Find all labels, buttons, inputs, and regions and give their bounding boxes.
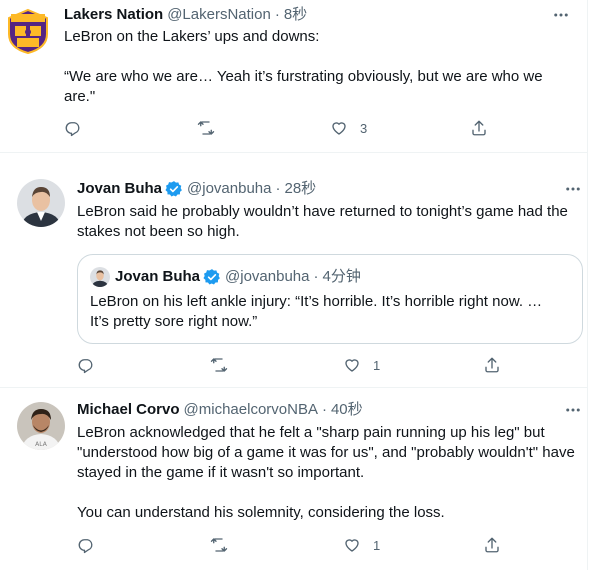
share-icon: [485, 537, 499, 553]
quoted-author-handle: @jovanbuha: [225, 268, 310, 285]
tweet-actions: 1: [77, 536, 547, 556]
like-count: 1: [373, 537, 381, 553]
separator-dot: ·: [274, 6, 280, 23]
separator-dot: ·: [313, 268, 319, 285]
share-icon: [472, 120, 486, 136]
retweet-icon: [197, 121, 215, 135]
tweet-jovan-buha[interactable]: Jovan Buha @jovanbuha · 28秒 LeBron said …: [0, 165, 587, 385]
tweet-header: Michael Corvo @michaelcorvoNBA · 40秒: [77, 400, 363, 420]
like-icon: [345, 539, 359, 552]
retweet-button[interactable]: [210, 356, 228, 374]
share-icon: [485, 357, 499, 373]
retweet-button[interactable]: [210, 536, 228, 554]
avatar[interactable]: [17, 179, 65, 227]
like-count: 3: [360, 120, 368, 136]
like-button[interactable]: 1: [343, 536, 380, 554]
author-name[interactable]: Lakers Nation: [64, 5, 163, 25]
retweet-icon: [210, 538, 228, 552]
quoted-header: Jovan Buha @jovanbuha · 4分钟: [115, 267, 361, 287]
tweet-divider: [0, 152, 587, 153]
reply-icon: [78, 359, 93, 374]
author-name[interactable]: Michael Corvo: [77, 400, 180, 420]
separator-dot: ·: [321, 401, 327, 418]
avatar-photo: [17, 179, 65, 227]
tweet-text: LeBron acknowledged that he felt a "shar…: [77, 424, 575, 521]
tweet-actions: 1: [77, 356, 547, 376]
tweet-michael-corvo[interactable]: ALA Michael Corvo @michaelcorvoNBA · 40秒…: [0, 388, 587, 570]
lakers-nation-logo: [8, 8, 48, 55]
retweet-button[interactable]: [197, 119, 215, 137]
author-handle[interactable]: @jovanbuha: [187, 179, 271, 199]
tweet-header: Lakers Nation @LakersNation · 8秒: [64, 5, 307, 25]
more-icon[interactable]: [563, 400, 583, 420]
avatar[interactable]: ALA: [17, 402, 65, 450]
avatar-photo: ALA: [17, 402, 65, 450]
like-icon: [345, 359, 359, 372]
more-icon[interactable]: [551, 5, 571, 25]
reply-icon: [65, 122, 80, 137]
timestamp[interactable]: 28秒: [285, 179, 317, 199]
author-handle[interactable]: @LakersNation: [167, 5, 271, 25]
tweet-actions: 3: [64, 119, 534, 139]
separator-dot: ·: [275, 180, 281, 197]
timestamp[interactable]: 40秒: [331, 400, 363, 420]
quoted-author-name: Jovan Buha: [115, 268, 201, 285]
avatar[interactable]: [5, 8, 51, 55]
verified-badge-icon: [203, 268, 221, 286]
timeline-border: [587, 0, 588, 570]
quoted-avatar: [90, 267, 110, 287]
tweet-text: LeBron said he probably wouldn’t have re…: [77, 203, 573, 240]
reply-button[interactable]: [64, 119, 82, 137]
author-name[interactable]: Jovan Buha: [77, 179, 162, 199]
like-button[interactable]: 3: [330, 119, 367, 137]
quoted-tweet[interactable]: Jovan Buha @jovanbuha · 4分钟 LeBron on hi…: [77, 254, 583, 344]
share-button[interactable]: [483, 536, 501, 554]
quoted-timestamp: 4分钟: [322, 268, 361, 285]
tweet-lakers-nation[interactable]: Lakers Nation @LakersNation · 8秒 LeBron …: [0, 0, 587, 152]
reply-button[interactable]: [77, 356, 95, 374]
like-icon: [332, 122, 346, 135]
retweet-icon: [210, 358, 228, 372]
share-button[interactable]: [483, 356, 501, 374]
quoted-text: LeBron on his left ankle injury: “It’s h…: [90, 293, 547, 330]
like-button[interactable]: 1: [343, 356, 380, 374]
author-handle[interactable]: @michaelcorvoNBA: [184, 400, 318, 420]
reply-button[interactable]: [77, 536, 95, 554]
svg-text:ALA: ALA: [35, 441, 48, 448]
tweet-text: LeBron on the Lakers’ ups and downs: “We…: [64, 28, 543, 105]
tweet-header: Jovan Buha @jovanbuha · 28秒: [77, 179, 316, 199]
more-icon[interactable]: [563, 179, 583, 199]
verified-badge-icon: [165, 180, 183, 198]
share-button[interactable]: [470, 119, 488, 137]
timestamp[interactable]: 8秒: [284, 5, 307, 25]
like-count: 1: [373, 357, 381, 373]
reply-icon: [78, 539, 93, 554]
